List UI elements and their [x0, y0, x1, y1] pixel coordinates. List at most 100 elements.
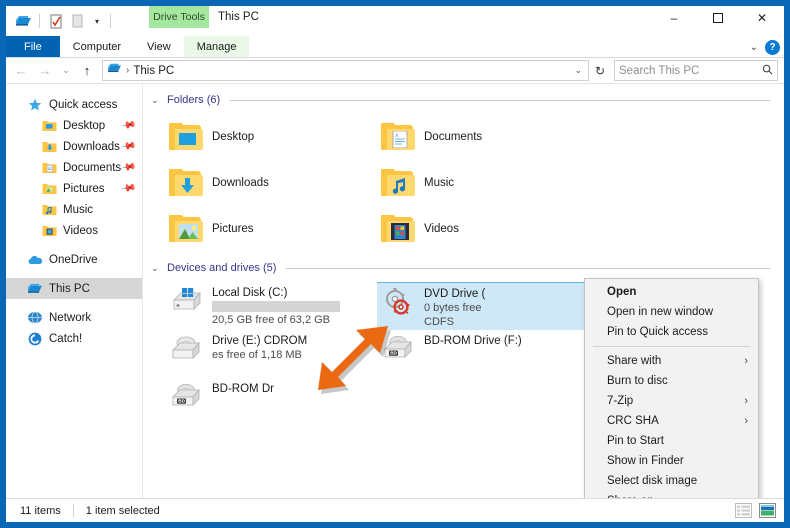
- chevron-down-icon[interactable]: ⌄: [151, 263, 161, 274]
- sidebar-label: Downloads: [63, 140, 120, 153]
- folder-tile-music[interactable]: Music: [377, 160, 589, 206]
- folders-grid: Desktop A Documents Downloads Music Pict…: [143, 110, 784, 252]
- folder-documents-icon: A: [381, 123, 415, 151]
- this-pc-icon: [107, 62, 122, 80]
- close-button[interactable]: ✕: [740, 6, 784, 30]
- menu-item-open-in-new-window[interactable]: Open in new window: [585, 302, 758, 322]
- pin-icon[interactable]: 📌: [120, 180, 137, 196]
- folder-tile-pictures[interactable]: Pictures: [165, 206, 377, 252]
- status-bar: 11 items 1 item selected: [6, 498, 784, 522]
- minimize-button[interactable]: –: [652, 6, 696, 30]
- file-explorer-window: ▾ Drive Tools This PC – ✕ File Computer …: [6, 6, 784, 522]
- menu-item-crc-sha[interactable]: CRC SHA ›: [585, 411, 758, 431]
- drive-filesystem: CDFS: [424, 316, 454, 328]
- qat-divider-1: [39, 14, 40, 28]
- breadcrumb[interactable]: › This PC ⌄: [102, 60, 589, 81]
- section-header-folders[interactable]: ⌄ Folders (6): [143, 90, 784, 110]
- chevron-down-icon[interactable]: ⌄: [750, 42, 758, 53]
- sidebar-item-network[interactable]: Network: [6, 307, 142, 328]
- drive-name: BD-ROM Dr: [212, 383, 274, 395]
- search-icon[interactable]: [762, 64, 773, 78]
- quick-access-toolbar: ▾: [6, 13, 113, 30]
- pointer-arrow-drive: [315, 322, 397, 399]
- sidebar-item-quick-access[interactable]: Quick access: [6, 94, 142, 115]
- breadcrumb-dropdown-icon[interactable]: ⌄: [574, 65, 584, 76]
- new-folder-icon[interactable]: [69, 13, 86, 30]
- sidebar-item-pictures[interactable]: Pictures 📌: [6, 178, 142, 199]
- context-menu: Open Open in new window Pin to Quick acc…: [584, 278, 759, 498]
- up-button[interactable]: ↑: [76, 60, 98, 82]
- folder-tile-desktop[interactable]: Desktop: [165, 114, 377, 160]
- menu-label: Pin to Start: [607, 435, 664, 447]
- catch-app-icon: [27, 331, 43, 347]
- disk-usage-bar: [212, 301, 340, 312]
- sidebar-item-downloads[interactable]: Downloads 📌: [6, 136, 142, 157]
- sidebar-item-music[interactable]: Music: [6, 199, 142, 220]
- menu-label: Pin to Quick access: [607, 326, 708, 338]
- menu-item-share-on[interactable]: Share on ›: [585, 491, 758, 498]
- properties-icon[interactable]: [47, 13, 64, 30]
- menu-item-burn-to-disc[interactable]: Burn to disc: [585, 371, 758, 391]
- large-icons-view-button[interactable]: [759, 503, 776, 518]
- folder-videos-icon: [381, 215, 415, 243]
- sidebar-item-onedrive[interactable]: OneDrive: [6, 249, 142, 270]
- search-placeholder: Search This PC: [619, 64, 700, 77]
- recent-locations-button[interactable]: ⌄: [58, 60, 74, 82]
- maximize-button[interactable]: [696, 6, 740, 30]
- folder-tile-downloads[interactable]: Downloads: [165, 160, 377, 206]
- folder-tile-documents[interactable]: A Documents: [377, 114, 589, 160]
- sidebar-label: OneDrive: [49, 253, 98, 266]
- window-title: This PC: [218, 11, 259, 23]
- sidebar-item-documents[interactable]: Documents 📌: [6, 157, 142, 178]
- menu-label: Open in new window: [607, 306, 714, 318]
- tab-view[interactable]: View: [134, 36, 184, 57]
- drive-tile-bdrom-f[interactable]: BD BD-ROM Drive (F:): [377, 330, 589, 378]
- drive-tools-contextual-tab[interactable]: Drive Tools: [149, 6, 209, 28]
- drive-info: DVD Drive ( 0 bytes free CDFS: [424, 287, 485, 328]
- sidebar-label: Documents: [63, 161, 122, 174]
- details-view-button[interactable]: [735, 503, 752, 518]
- section-rule: [286, 267, 770, 269]
- explorer-icon[interactable]: [15, 13, 32, 30]
- sidebar-label: Videos: [63, 224, 98, 237]
- qat-dropdown-icon[interactable]: ▾: [91, 17, 103, 26]
- drive-info: BD-ROM Dr: [212, 382, 274, 395]
- network-icon: [27, 310, 43, 326]
- sidebar-item-desktop[interactable]: Desktop 📌: [6, 115, 142, 136]
- refresh-icon[interactable]: ↻: [591, 64, 609, 78]
- tab-computer[interactable]: Computer: [60, 36, 134, 57]
- sidebar-label: Quick access: [49, 98, 118, 111]
- folder-label: Videos: [424, 223, 459, 235]
- pin-icon[interactable]: 📌: [120, 159, 137, 175]
- chevron-right-icon: ›: [744, 355, 748, 367]
- help-icon[interactable]: ?: [765, 39, 780, 55]
- pin-icon[interactable]: 📌: [120, 138, 137, 154]
- drive-tile-dvd-drive[interactable]: DVD Drive ( 0 bytes free CDFS: [377, 282, 589, 330]
- tab-manage[interactable]: Manage: [183, 36, 250, 57]
- menu-item-7-zip[interactable]: 7-Zip ›: [585, 391, 758, 411]
- ribbon-right-controls: ⌄ ?: [750, 36, 780, 58]
- search-input[interactable]: Search This PC: [614, 60, 778, 81]
- menu-item-select-disk-image[interactable]: Select disk image: [585, 471, 758, 491]
- sidebar-item-this-pc[interactable]: This PC: [6, 278, 142, 299]
- sidebar-label: Music: [63, 203, 94, 216]
- chevron-down-icon[interactable]: ⌄: [151, 95, 161, 106]
- sidebar-item-catch[interactable]: Catch!: [6, 328, 142, 349]
- forward-button[interactable]: →: [34, 60, 56, 82]
- menu-item-show-in-finder[interactable]: Show in Finder: [585, 451, 758, 471]
- menu-item-open[interactable]: Open: [585, 282, 758, 302]
- status-divider: [72, 504, 74, 517]
- menu-item-pin-to-start[interactable]: Pin to Start: [585, 431, 758, 451]
- pin-icon[interactable]: 📌: [120, 117, 137, 133]
- menu-item-pin-to-quick-access[interactable]: Pin to Quick access: [585, 322, 758, 342]
- tab-file[interactable]: File: [6, 36, 60, 57]
- drive-info: Local Disk (C:) 20,5 GB free of 63,2 GB: [212, 286, 340, 326]
- menu-item-share-with[interactable]: Share with ›: [585, 351, 758, 371]
- folder-tile-videos[interactable]: Videos: [377, 206, 589, 252]
- explorer-body: Quick access Desktop 📌 Downloads 📌 Docum…: [6, 84, 784, 498]
- sidebar-item-videos[interactable]: Videos: [6, 220, 142, 241]
- section-label: Devices and drives (5): [167, 262, 277, 274]
- back-button[interactable]: ←: [10, 60, 32, 82]
- section-header-devices[interactable]: ⌄ Devices and drives (5): [143, 258, 784, 278]
- breadcrumb-this-pc[interactable]: This PC: [133, 65, 174, 77]
